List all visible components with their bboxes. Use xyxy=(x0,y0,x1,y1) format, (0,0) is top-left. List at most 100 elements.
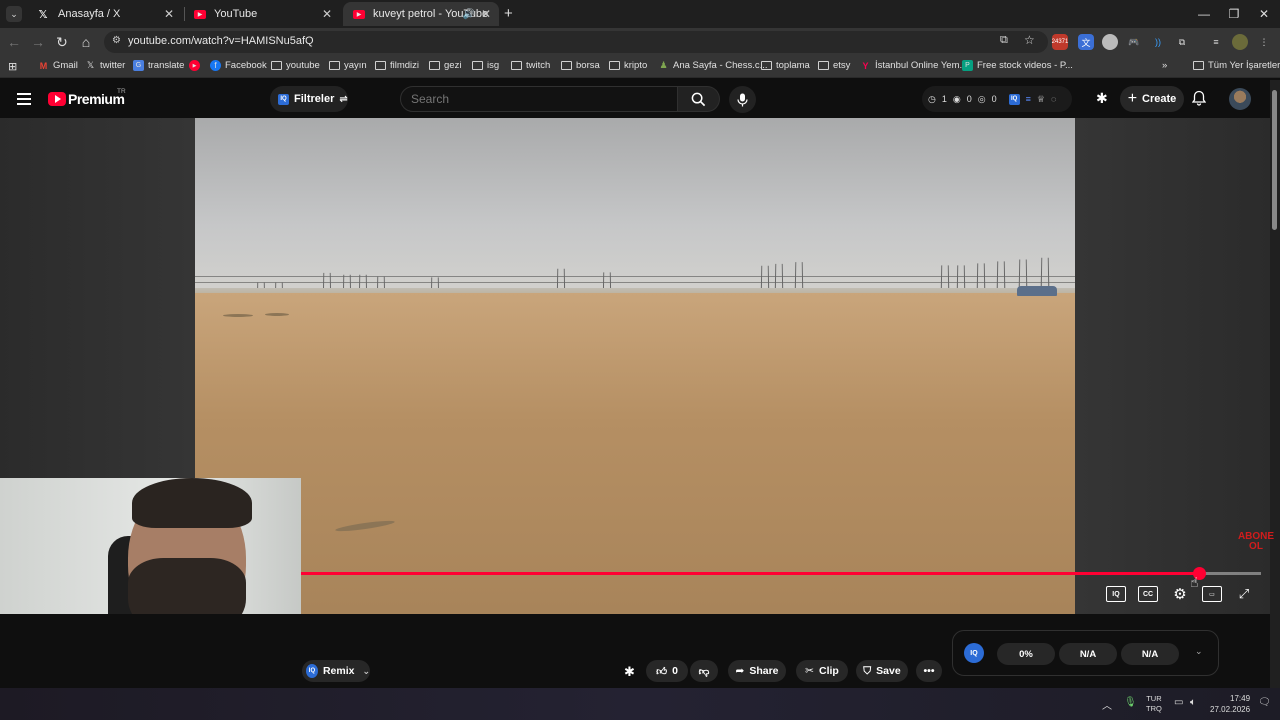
chevron-down-icon[interactable]: ⌄ xyxy=(1195,646,1203,657)
share-button[interactable]: ➦ Share xyxy=(728,660,786,682)
dislike-button[interactable]: 👎︎ xyxy=(690,660,718,682)
site-info-icon[interactable]: ⚙ xyxy=(112,35,121,46)
extension-puzzle-icon[interactable]: ✱ xyxy=(624,664,635,680)
new-tab-button[interactable]: + xyxy=(504,5,513,22)
filters-button[interactable]: IQ Filtreler ⇌ xyxy=(270,86,348,112)
remix-button[interactable]: IQ Remix ⌄ xyxy=(302,660,370,682)
iq-player-icon[interactable]: IQ xyxy=(1106,586,1126,602)
input-language[interactable]: TUR TRQ xyxy=(1146,694,1162,714)
bookmark-folder-filmdizi[interactable]: filmdizi xyxy=(375,60,419,71)
extension-icon[interactable] xyxy=(1102,34,1118,50)
clock[interactable]: 17:49 27.02.2026 xyxy=(1210,693,1250,715)
video-frame[interactable] xyxy=(195,118,1075,614)
bookmark-youtube-shortcut[interactable]: ▶ xyxy=(189,60,204,71)
tab-kuveyt-petrol[interactable]: ▶ kuveyt petrol - YouTube 🔊 ✕ xyxy=(343,2,499,26)
close-icon[interactable]: ✕ xyxy=(164,7,174,21)
extension-badge-icon[interactable]: 24371 xyxy=(1052,34,1068,50)
bookmark-chess[interactable]: ♟ Ana Sayfa - Chess.c... xyxy=(658,60,767,71)
forward-icon[interactable]: → xyxy=(28,32,48,52)
gamepad-extension-icon[interactable]: 🎮 xyxy=(1126,34,1142,50)
all-bookmarks-folder[interactable]: Tüm Yer İşaretleri xyxy=(1193,60,1280,71)
bookmark-folder-gezi[interactable]: gezi xyxy=(429,60,461,71)
save-button[interactable]: ⛉ Save xyxy=(856,660,908,682)
close-icon[interactable]: ✕ xyxy=(322,7,332,21)
bookmark-translate[interactable]: Gtranslate xyxy=(133,60,184,71)
address-bar[interactable]: ⚙ youtube.com/watch?v=HAMISNu5afQ ⧉ ☆ xyxy=(104,31,1048,53)
bookmark-label: Tüm Yer İşaretleri xyxy=(1208,60,1280,71)
install-app-icon[interactable]: ⧉ xyxy=(1000,34,1008,47)
bookmark-folder-youtube[interactable]: youtube xyxy=(271,60,320,71)
microphone-tray-icon[interactable]: 🎙︎ xyxy=(1124,697,1137,708)
tab-x[interactable]: 𝕏 Anasayfa / X ✕ xyxy=(26,2,182,26)
close-window-button[interactable]: ✕ xyxy=(1248,0,1280,28)
bookmark-star-icon[interactable]: ☆ xyxy=(1024,33,1035,47)
youtube-premium-logo[interactable]: Premium xyxy=(68,91,125,107)
more-bookmarks-chevron-icon[interactable]: » xyxy=(1162,60,1167,71)
bookmark-label: borsa xyxy=(576,60,600,71)
subscribe-watermark: ABONE OL xyxy=(1232,532,1280,552)
network-icon[interactable]: ▭ xyxy=(1174,697,1183,708)
sound-extension-icon[interactable]: )) xyxy=(1150,34,1166,50)
tab-search-button[interactable]: ⌄ xyxy=(6,6,22,22)
search-input[interactable] xyxy=(400,86,678,112)
restore-button[interactable]: ❐ xyxy=(1218,0,1250,28)
bookmark-folder-yayin[interactable]: yayın xyxy=(329,60,367,71)
menu-dots-icon[interactable]: ⋮ xyxy=(1256,34,1272,50)
voice-search-button[interactable] xyxy=(729,86,756,113)
miniplayer-icon[interactable]: ▭ xyxy=(1202,586,1222,602)
bookmark-folder-toplama[interactable]: toplama xyxy=(761,60,810,71)
profile-avatar-icon[interactable] xyxy=(1232,34,1248,50)
bookmark-yemeksepeti[interactable]: Y İstanbul Online Yem... xyxy=(860,60,967,71)
iq-logo-icon[interactable]: IQ xyxy=(964,643,984,663)
bookmark-gmail[interactable]: M Gmail xyxy=(38,60,78,71)
page-scrollbar[interactable] xyxy=(1270,80,1280,688)
bookmark-pexels[interactable]: P Free stock videos - P... xyxy=(962,60,1073,71)
bookmark-folder-isg[interactable]: isg xyxy=(472,60,499,71)
debris xyxy=(265,313,289,316)
bookmark-folder-borsa[interactable]: borsa xyxy=(561,60,600,71)
search-button[interactable] xyxy=(678,86,720,112)
folder-icon xyxy=(375,61,386,70)
clock-count: 1 xyxy=(941,94,947,104)
media-control-icon[interactable]: ≡ xyxy=(1208,34,1224,50)
bookmark-folder-twitch[interactable]: twitch xyxy=(511,60,550,71)
translate-icon: G xyxy=(133,60,144,71)
scissors-icon: ✂ xyxy=(805,665,814,677)
subtitles-icon[interactable]: CC xyxy=(1138,586,1158,602)
back-icon[interactable]: ← xyxy=(4,32,24,52)
bookmark-folder-etsy[interactable]: etsy xyxy=(818,60,850,71)
folder-icon xyxy=(271,61,282,70)
watermark-text: ABONE OL xyxy=(1237,531,1275,552)
hamburger-menu-icon[interactable] xyxy=(17,93,31,105)
youtube-logo-icon[interactable] xyxy=(48,92,66,106)
extensions-puzzle-icon[interactable]: ⧉ xyxy=(1174,34,1190,50)
video-progress-bar[interactable] xyxy=(301,567,1261,580)
notifications-bell-icon[interactable] xyxy=(1191,90,1207,109)
apps-grid-icon[interactable]: ⊞ xyxy=(8,60,17,73)
reload-icon[interactable]: ↻ xyxy=(52,32,72,52)
puzzle-extension-icon[interactable]: ✱ xyxy=(1096,90,1108,107)
more-actions-button[interactable]: ••• xyxy=(916,660,942,682)
bookmark-folder-kripto[interactable]: kripto xyxy=(609,60,647,71)
home-icon[interactable]: ⌂ xyxy=(76,32,96,52)
like-button[interactable]: 👍︎ 0 xyxy=(646,660,688,682)
extension-stats-bar[interactable]: ◷ 1 ◉ 0 ◎ 0 IQ ≡ ♕ ◌ xyxy=(922,86,1072,112)
bookmark-facebook[interactable]: f Facebook xyxy=(210,60,267,71)
bookmark-twitter[interactable]: 𝕏twitter xyxy=(85,60,125,71)
facebook-icon: f xyxy=(210,60,221,71)
clip-button[interactable]: ✂ Clip xyxy=(796,660,848,682)
notification-center-icon[interactable]: 🗨︎ xyxy=(1258,697,1271,708)
create-button[interactable]: + Create xyxy=(1120,86,1184,112)
settings-gear-icon[interactable]: ⚙ xyxy=(1170,586,1190,603)
translate-extension-icon[interactable]: 文 xyxy=(1078,34,1094,50)
fullscreen-icon[interactable]: ⤢ xyxy=(1234,586,1254,602)
close-icon[interactable]: ✕ xyxy=(481,7,491,21)
scrollbar-thumb[interactable] xyxy=(1272,90,1277,230)
tab-youtube[interactable]: ▶ YouTube ✕ xyxy=(184,2,340,26)
account-avatar[interactable] xyxy=(1229,88,1251,110)
speaker-icon[interactable]: 🔊 xyxy=(463,9,475,20)
tray-expand-icon[interactable]: ︿ xyxy=(1102,697,1112,712)
folder-icon xyxy=(511,61,522,70)
minimize-button[interactable]: — xyxy=(1188,0,1220,28)
volume-icon[interactable]: 🔈︎ xyxy=(1190,697,1196,708)
